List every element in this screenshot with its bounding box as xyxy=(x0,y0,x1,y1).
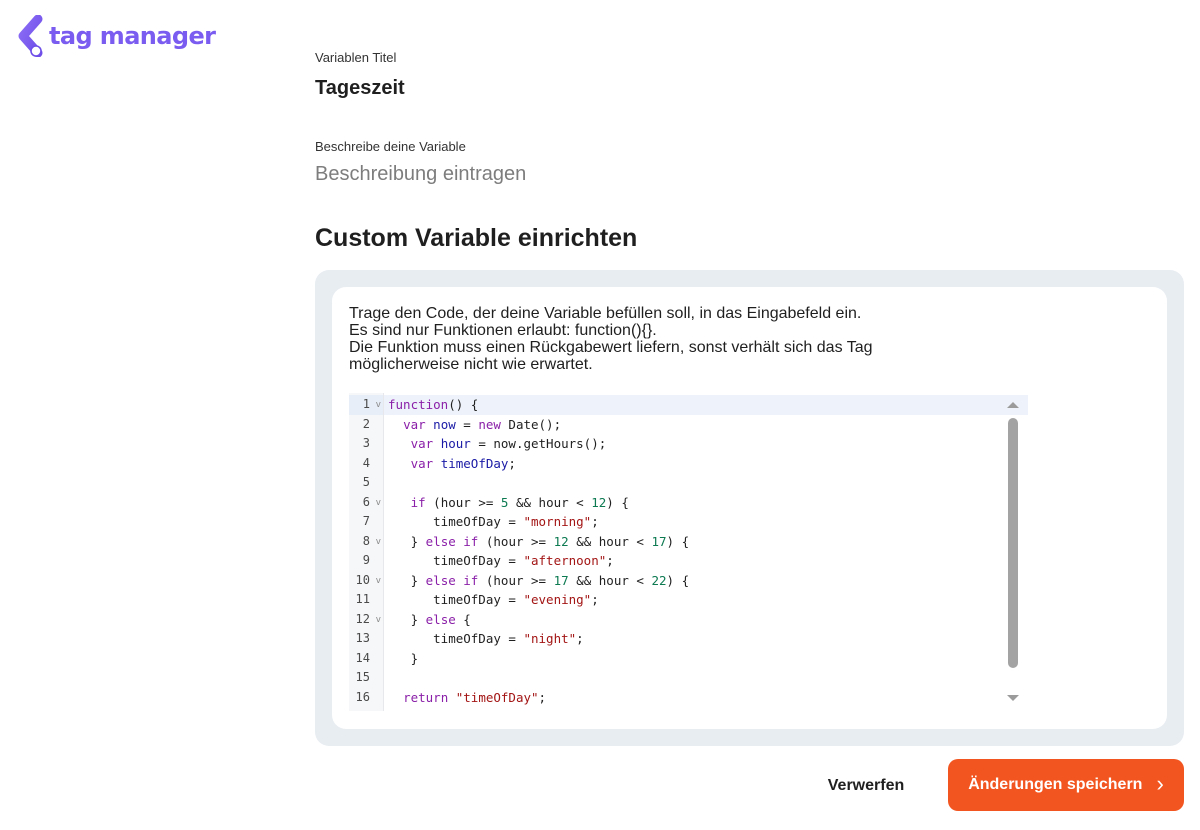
code-card: Trage den Code, der deine Variable befül… xyxy=(332,287,1167,729)
code-line[interactable]: timeOfDay = "evening"; xyxy=(384,590,1028,610)
line-number: 15 xyxy=(355,670,370,684)
code-line[interactable]: } else { xyxy=(384,610,1028,630)
line-number-row: 9 xyxy=(349,551,383,571)
code-editor[interactable]: 1 v 2 3 4 5 6 v 7 8 v 9 10 v 11 12 v 13 14 15 16 function() … xyxy=(349,393,1028,711)
custom-variable-panel: Trage den Code, der deine Variable befül… xyxy=(315,270,1184,746)
code-line[interactable]: var timeOfDay; xyxy=(384,454,1028,474)
code-line[interactable]: var hour = now.getHours(); xyxy=(384,434,1028,454)
code-line[interactable]: timeOfDay = "afternoon"; xyxy=(384,551,1028,571)
description-label: Beschreibe deine Variable xyxy=(315,139,466,154)
line-number-row: 2 xyxy=(349,415,383,435)
fold-chevron-icon[interactable]: v xyxy=(376,610,381,631)
line-number: 11 xyxy=(355,592,370,606)
section-title: Custom Variable einrichten xyxy=(315,224,638,252)
line-number-row: 4 xyxy=(349,454,383,474)
fold-chevron-icon[interactable]: v xyxy=(376,571,381,592)
line-number-row: 7 xyxy=(349,512,383,532)
fold-chevron-icon[interactable]: v xyxy=(376,493,381,514)
line-number-row: 16 xyxy=(349,688,383,708)
line-number-gutter: 1 v 2 3 4 5 6 v 7 8 v 9 10 v 11 12 v 13 14 15 16 xyxy=(349,393,384,711)
line-number: 14 xyxy=(355,650,370,665)
line-number: 10 xyxy=(355,572,370,587)
line-number-row: 11 xyxy=(349,590,383,610)
code-line[interactable]: timeOfDay = "morning"; xyxy=(384,512,1028,532)
instruction-line: Es sind nur Funktionen erlaubt: function… xyxy=(349,322,657,339)
line-number: 9 xyxy=(362,553,370,567)
editor-scrollbar[interactable] xyxy=(1004,398,1022,708)
code-line[interactable] xyxy=(384,668,1028,688)
code-line[interactable]: timeOfDay = "night"; xyxy=(384,629,1028,649)
line-number: 16 xyxy=(355,689,370,704)
code-line[interactable] xyxy=(384,473,1028,493)
code-line[interactable]: return "timeOfDay"; xyxy=(384,688,1028,708)
code-input-area[interactable]: function() { var now = new Date(); var h… xyxy=(384,393,1028,711)
instruction-line: Trage den Code, der deine Variable befül… xyxy=(349,305,862,322)
code-line[interactable]: function() { xyxy=(384,395,1028,415)
chevron-right-icon: › xyxy=(1156,771,1164,796)
line-number: 4 xyxy=(362,455,370,470)
code-line[interactable]: var now = new Date(); xyxy=(384,415,1028,435)
discard-button[interactable]: Verwerfen xyxy=(810,766,922,806)
line-number-row: 14 xyxy=(349,649,383,669)
save-changes-label: Änderungen speichern xyxy=(968,776,1143,793)
line-number-row: 13 xyxy=(349,629,383,649)
line-number-row: 5 xyxy=(349,473,383,493)
code-line[interactable]: } else if (hour >= 12 && hour < 17) { xyxy=(384,532,1028,552)
line-number: 2 xyxy=(362,416,370,431)
line-number: 7 xyxy=(362,514,370,528)
line-number: 1 xyxy=(362,397,370,411)
save-changes-button[interactable]: Änderungen speichern › xyxy=(948,759,1184,811)
page: tag manager Variablen Titel Tageszeit Be… xyxy=(0,0,1200,830)
fold-chevron-icon[interactable]: v xyxy=(376,532,381,553)
code-line[interactable]: } else if (hour >= 17 && hour < 22) { xyxy=(384,571,1028,591)
line-number-row: 6v xyxy=(349,493,383,513)
code-line[interactable]: } xyxy=(384,649,1028,669)
title-label: Variablen Titel xyxy=(315,50,397,65)
fold-chevron-icon[interactable]: v xyxy=(376,395,381,416)
scroll-down-arrow-icon[interactable] xyxy=(1007,695,1019,701)
line-number: 3 xyxy=(362,436,370,450)
tagmanager-logo-icon xyxy=(18,15,43,57)
logo-text: tag manager xyxy=(49,21,216,50)
title-input[interactable]: Tageszeit xyxy=(315,77,405,100)
instructions-text: Trage den Code, der deine Variable befül… xyxy=(349,305,873,373)
logo[interactable]: tag manager xyxy=(16,15,216,57)
description-input[interactable] xyxy=(315,163,915,186)
scrollbar-thumb[interactable] xyxy=(1008,418,1018,668)
line-number-row: 1v xyxy=(349,395,383,415)
line-number-row: 10 v xyxy=(349,571,383,591)
line-number: 5 xyxy=(362,475,370,489)
instruction-line: möglicherweise nicht wie erwartet. xyxy=(349,356,593,373)
instruction-line: Die Funktion muss einen Rückgabewert lie… xyxy=(349,339,873,356)
line-number: 13 xyxy=(355,631,370,645)
scroll-up-arrow-icon[interactable] xyxy=(1007,402,1019,408)
line-number: 6 xyxy=(362,494,370,509)
line-number-row: 8v xyxy=(349,532,383,552)
line-number: 12 xyxy=(355,611,370,626)
line-number-row: 3 xyxy=(349,434,383,454)
code-line[interactable]: if (hour >= 5 && hour < 12) { xyxy=(384,493,1028,513)
line-number: 8 xyxy=(362,533,370,548)
line-number-row: 15 xyxy=(349,668,383,688)
line-number-row: 12 v xyxy=(349,610,383,630)
